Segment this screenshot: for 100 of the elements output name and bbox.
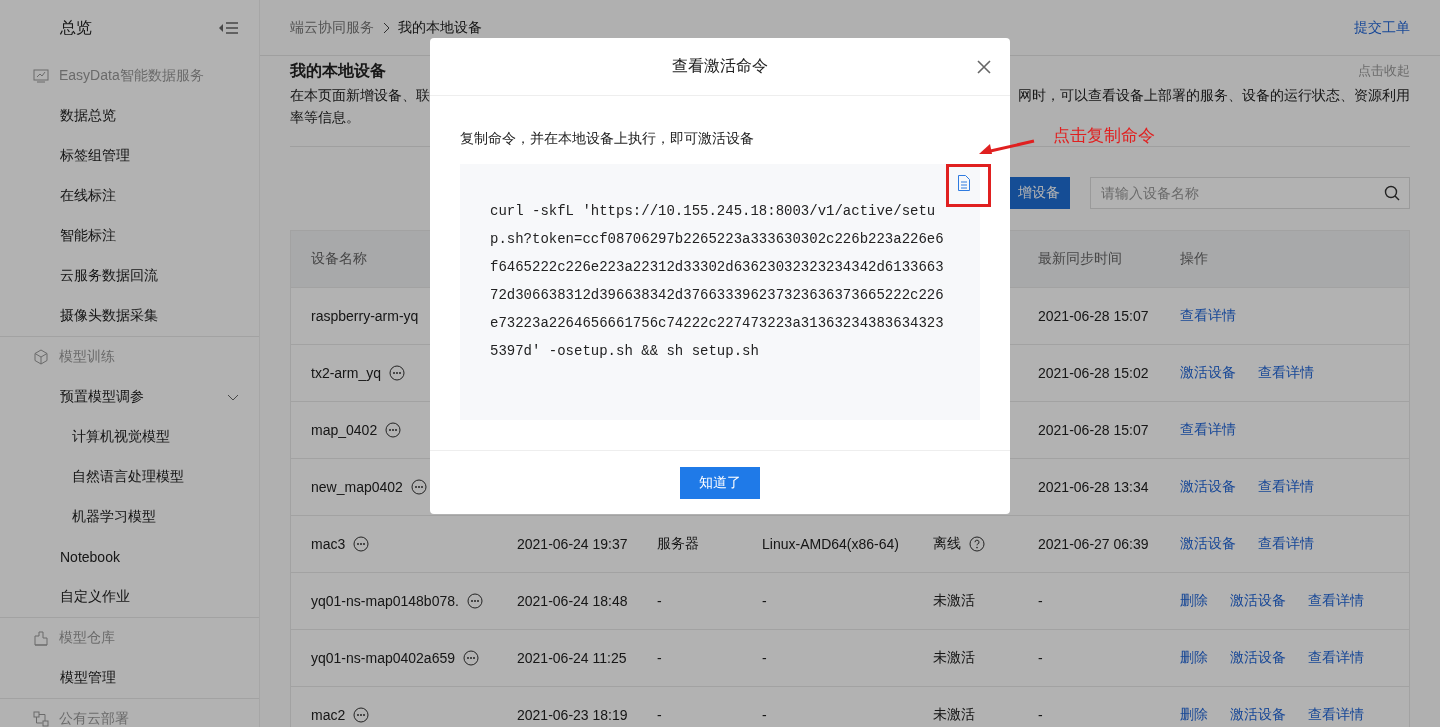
table-cell: 服务器 — [657, 535, 699, 553]
table-cell: 2021-06-27 06:39 — [1038, 536, 1149, 552]
collapse-icon — [217, 20, 239, 36]
building-icon — [33, 630, 49, 646]
sidebar-item[interactable]: 自定义作业 — [0, 577, 259, 617]
breadcrumb-item[interactable]: 端云协同服务 — [290, 18, 374, 37]
table-cell: - — [762, 707, 767, 723]
table-cell: 2021-06-28 13:34 — [1038, 479, 1149, 495]
device-name: yq01-ns-map0402a659 — [311, 650, 455, 666]
close-button[interactable] — [976, 59, 992, 75]
device-name: tx2-arm_yq — [311, 365, 382, 381]
more-icon — [353, 536, 370, 552]
sidebar-item[interactable]: 在线标注 — [0, 176, 259, 216]
sidebar-group-label: 公有云部署 — [59, 710, 129, 727]
sidebar-item[interactable]: 计算机视觉模型 — [0, 417, 259, 457]
action-link[interactable]: 删除 — [1180, 706, 1208, 724]
table-cell: 2021-06-28 15:02 — [1038, 365, 1149, 381]
modal-title: 查看激活命令 — [672, 56, 768, 76]
action-link[interactable]: 查看详情 — [1308, 649, 1364, 667]
table-cell: - — [657, 650, 662, 666]
document-icon — [957, 174, 971, 192]
action-link[interactable]: 查看详情 — [1180, 421, 1236, 439]
table-cell: Linux-AMD64(x86-64) — [762, 536, 899, 552]
action-link[interactable]: 激活设备 — [1180, 364, 1236, 382]
sidebar-item[interactable]: 标签组管理 — [0, 136, 259, 176]
sidebar-item[interactable]: 机器学习模型 — [0, 497, 259, 537]
action-link[interactable]: 查看详情 — [1258, 535, 1314, 553]
sidebar-group-label: 模型训练 — [59, 348, 115, 366]
table-cell: 2021-06-24 18:48 — [517, 593, 628, 609]
table-cell: - — [762, 650, 767, 666]
more-icon — [389, 365, 406, 381]
action-link[interactable]: 删除 — [1180, 649, 1208, 667]
status-text: 离线 — [933, 535, 961, 553]
action-link[interactable]: 激活设备 — [1180, 478, 1236, 496]
table-cell: - — [762, 593, 767, 609]
action-link[interactable]: 查看详情 — [1308, 592, 1364, 610]
highlight-frame — [946, 164, 991, 207]
page-heading: 我的本地设备 — [290, 60, 386, 81]
more-icon — [353, 707, 370, 723]
action-link[interactable]: 查看详情 — [1308, 706, 1364, 724]
table-cell: 2021-06-23 18:19 — [517, 707, 628, 723]
search-icon — [1384, 185, 1400, 201]
action-link[interactable]: 查看详情 — [1258, 364, 1314, 382]
table-cell: - — [1038, 593, 1043, 609]
action-link[interactable]: 查看详情 — [1180, 307, 1236, 325]
ok-button[interactable]: 知道了 — [680, 466, 760, 499]
description-text: 网时，可以查看设备上部署的服务、设备的运行状态、资源利用 — [1018, 86, 1410, 105]
sidebar-item[interactable]: 自然语言处理模型 — [0, 457, 259, 497]
column-header: 操作 — [1180, 250, 1208, 268]
device-name: yq01-ns-map0148b078. — [311, 593, 459, 609]
more-icon — [466, 593, 483, 609]
breadcrumb-item[interactable]: 我的本地设备 — [398, 18, 482, 37]
table-cell: - — [1038, 650, 1043, 666]
chart-icon — [33, 68, 49, 84]
action-link[interactable]: 激活设备 — [1180, 535, 1236, 553]
table-cell: 2021-06-28 15:07 — [1038, 422, 1149, 438]
device-name: map_0402 — [311, 422, 378, 438]
sidebar-item[interactable]: Notebook — [0, 537, 259, 577]
action-link[interactable]: 激活设备 — [1230, 706, 1286, 724]
sidebar-item[interactable]: 数据总览 — [0, 96, 259, 136]
table-cell: 2021-06-24 19:37 — [517, 536, 628, 552]
sidebar-item[interactable]: 智能标注 — [0, 216, 259, 256]
table-cell: - — [657, 707, 662, 723]
more-icon — [385, 422, 402, 438]
table-cell: 2021-06-24 11:25 — [517, 650, 627, 666]
sidebar-item[interactable]: 预置模型调参 — [0, 377, 259, 417]
more-icon — [410, 479, 427, 495]
network-icon — [33, 711, 49, 727]
sidebar-title: 总览 — [60, 17, 92, 38]
annotation-text: 点击复制命令 — [1053, 125, 1155, 147]
status-text: 未激活 — [933, 592, 975, 610]
action-link[interactable]: 查看详情 — [1258, 478, 1314, 496]
table-cell: - — [1038, 707, 1043, 723]
action-link[interactable]: 激活设备 — [1230, 592, 1286, 610]
command-text: curl -skfL 'https://10.155.245.18:8003/v1/active/setu p.sh?token=ccf08706297b2265223a333630302c226b223a226e6 f6465222c226e223a22312d33302d63623032323234342d6133663 72d306638312d396638342d376633396237323636373665222c226 e73223a2264656661756c74222c227473223a31363234383634323 5397d' -osetup.sh && sh setup.sh — [490, 202, 945, 361]
cube-icon — [33, 349, 49, 365]
column-header: 最新同步时间 — [1038, 250, 1122, 268]
table-cell: - — [657, 593, 662, 609]
action-link[interactable]: 激活设备 — [1230, 649, 1286, 667]
device-name: mac3 — [311, 536, 346, 552]
sidebar-item[interactable]: 模型管理 — [0, 658, 259, 698]
close-icon — [976, 59, 992, 75]
help-icon — [969, 536, 985, 552]
sidebar-item[interactable]: 云服务数据回流 — [0, 256, 259, 296]
search-field[interactable]: 请输入设备名称 — [1090, 177, 1410, 209]
device-name: mac2 — [311, 707, 346, 723]
table-cell: 2021-06-28 15:07 — [1038, 308, 1149, 324]
sidebar-item[interactable]: 摄像头数据采集 — [0, 296, 259, 336]
status-text: 未激活 — [933, 706, 975, 724]
action-link[interactable]: 删除 — [1180, 592, 1208, 610]
submit-ticket-link[interactable]: 提交工单 — [1354, 18, 1410, 37]
sidebar-group-label: 模型仓库 — [59, 629, 115, 647]
column-header: 设备名称 — [311, 250, 367, 268]
device-name: raspberry-arm-yq — [311, 308, 419, 324]
add-device-button[interactable]: 增设备 — [1008, 177, 1070, 209]
description-text: 率等信息。 — [290, 108, 361, 127]
status-text: 未激活 — [933, 649, 975, 667]
collapse-link[interactable]: 点击收起 — [1358, 62, 1410, 80]
description-text: 在本页面新增设备、联 — [290, 86, 430, 105]
more-icon — [463, 650, 479, 666]
